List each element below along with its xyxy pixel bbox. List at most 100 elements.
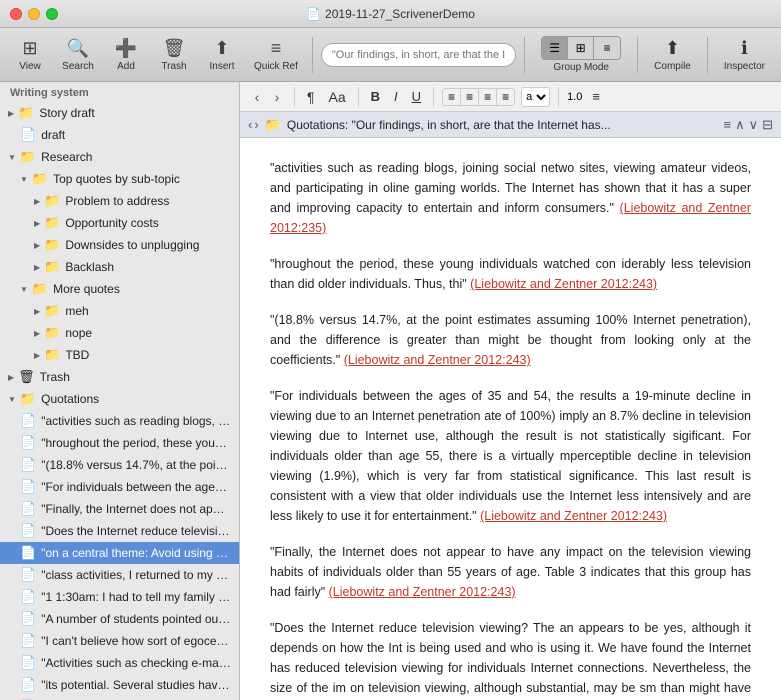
trash-button[interactable]: 🗑 Trash [152, 32, 196, 78]
trash-icon: 🗑 [163, 38, 186, 59]
add-button[interactable]: ➕ Add [104, 32, 148, 78]
sidebar-item-more-quotes[interactable]: ▼ 📁 More quotes [0, 278, 239, 300]
window-title: 📄 2019-11-27_ScrivenerDemo [306, 7, 475, 21]
quick-search-input[interactable] [321, 43, 516, 67]
paragraph-5: "Finally, the Internet does not appear t… [270, 542, 751, 602]
group-mode-btn-scrivenings[interactable]: ☰ [542, 37, 568, 59]
doc-nav-next-button[interactable]: › [254, 117, 258, 132]
view-icon: ⊞ [22, 38, 37, 59]
doc-header-nav[interactable]: ‹ › [248, 117, 259, 132]
paragraph-style-button[interactable]: ¶ [303, 87, 319, 107]
sidebar-item-quotations[interactable]: ▼ 📁 Quotations [0, 388, 239, 410]
title-bar: 📄 2019-11-27_ScrivenerDemo [0, 0, 781, 28]
sidebar-item-top-quotes[interactable]: ▼ 📁 Top quotes by sub-topic [0, 168, 239, 190]
trash-sidebar-icon: 🗑 [18, 369, 35, 385]
compile-button[interactable]: ⬆ Compile [646, 32, 699, 78]
nav-prev-button[interactable]: ‹ [248, 88, 266, 106]
toolbar-separator-1 [312, 37, 313, 73]
group-mode-buttons[interactable]: ☰ ⊞ ≡ [541, 36, 621, 60]
doc-header-up-button[interactable]: ∧ [735, 117, 745, 133]
folder-icon: 📁 [44, 237, 60, 253]
maximize-button[interactable] [46, 8, 58, 20]
sidebar-item-problem[interactable]: ▶ 📁 Problem to address [0, 190, 239, 212]
sidebar-item-q9[interactable]: 📄 "1 1:30am: I had to tell my family and… [0, 586, 239, 608]
folder-icon: 📁 [32, 171, 48, 187]
sidebar-item-q13[interactable]: 📄 "its potential. Several studies have f… [0, 674, 239, 696]
nav-next-button[interactable]: › [268, 88, 286, 106]
citation-link-5[interactable]: (Liebowitz and Zentner 2012:243) [329, 585, 516, 599]
format-divider-1 [294, 87, 295, 107]
sidebar-item-q7[interactable]: 📄 "on a central theme: Avoid using techn… [0, 542, 239, 564]
italic-button[interactable]: I [390, 87, 402, 106]
inspector-button[interactable]: ℹ Inspector [716, 32, 773, 78]
sidebar-item-tbd[interactable]: ▶ 📁 TBD [0, 344, 239, 366]
sidebar-item-q11[interactable]: 📄 "I can't believe how sort of egocentri… [0, 630, 239, 652]
citation-link-1[interactable]: (Liebowitz and Zentner 2012:235) [270, 201, 751, 235]
sidebar-item-story-draft[interactable]: ▶ 📁 Story draft [0, 102, 239, 124]
doc-icon: 📄 [20, 435, 36, 451]
group-mode-btn-outline[interactable]: ≡ [594, 37, 620, 59]
sidebar-item-q8[interactable]: 📄 "class activities, I returned to my co… [0, 564, 239, 586]
sidebar-item-nope[interactable]: ▶ 📁 nope [0, 322, 239, 344]
view-button[interactable]: ⊞ View [8, 32, 52, 78]
sidebar-item-q12[interactable]: 📄 "Activities such as checking e-mails/t… [0, 652, 239, 674]
traffic-lights[interactable] [10, 8, 58, 20]
doc-header-down-button[interactable]: ∨ [749, 117, 759, 133]
sidebar-item-q3[interactable]: 📄 "(18.8% versus 14.7%, at the point est… [0, 454, 239, 476]
triangle-icon: ▶ [8, 373, 14, 382]
align-buttons[interactable]: ≡ ≡ ≡ ≡ [442, 88, 515, 106]
sidebar-item-trash[interactable]: ▶ 🗑 Trash [0, 366, 239, 388]
align-left-button[interactable]: ≡ [443, 89, 461, 105]
sidebar-item-q14[interactable]: 📄 "Although members of "generation M" th… [0, 696, 239, 700]
sidebar-item-q5[interactable]: 📄 "Finally, the Internet does not appear… [0, 498, 239, 520]
folder-icon: 📁 [44, 215, 60, 231]
close-button[interactable] [10, 8, 22, 20]
sidebar-item-draft[interactable]: 📄 draft [0, 124, 239, 146]
doc-header-actions[interactable]: ≡ ∧ ∨ ⊟ [723, 117, 773, 133]
sidebar-item-q2[interactable]: 📄 "hroughout the period, these young ind… [0, 432, 239, 454]
citation-link-2[interactable]: (Liebowitz and Zentner 2012:243) [470, 277, 657, 291]
doc-header-split-button[interactable]: ⊟ [762, 117, 773, 133]
citation-link-3[interactable]: (Liebowitz and Zentner 2012:243) [344, 353, 531, 367]
group-mode-btn-corkboard[interactable]: ⊞ [568, 37, 594, 59]
toolbar-separator-4 [707, 37, 708, 73]
sidebar-item-downsides-unplugging[interactable]: ▶ 📁 Downsides to unplugging [0, 234, 239, 256]
doc-icon: 📄 [20, 545, 36, 561]
insert-button[interactable]: ⬆ Insert [200, 32, 244, 78]
sidebar-item-q6[interactable]: 📄 "Does the Internet reduce television v… [0, 520, 239, 542]
text-style-select[interactable]: a [521, 87, 550, 107]
font-size-value: 1.0 [567, 91, 582, 103]
search-button[interactable]: 🔍 Search [56, 32, 100, 78]
folder-icon: 📁 [44, 259, 60, 275]
insert-icon: ⬆ [214, 38, 229, 59]
sidebar-item-research[interactable]: ▼ 📁 Research [0, 146, 239, 168]
doc-nav-prev-button[interactable]: ‹ [248, 117, 252, 132]
line-spacing-button[interactable]: ≡ [588, 87, 604, 106]
triangle-icon: ▶ [8, 109, 14, 118]
align-center-button[interactable]: ≡ [461, 89, 479, 105]
doc-header-menu-button[interactable]: ≡ [723, 117, 731, 133]
doc-icon: 📄 [20, 127, 36, 143]
doc-icon: 📄 [20, 677, 36, 693]
font-size-button[interactable]: Aa [325, 87, 350, 107]
bold-button[interactable]: B [367, 87, 384, 106]
sidebar: Writing system ▶ 📁 Story draft 📄 draft ▼… [0, 82, 240, 700]
minimize-button[interactable] [28, 8, 40, 20]
sidebar-item-meh[interactable]: ▶ 📁 meh [0, 300, 239, 322]
citation-link-4[interactable]: (Liebowitz and Zentner 2012:243) [480, 509, 667, 523]
sidebar-item-backlash[interactable]: ▶ 📁 Backlash [0, 256, 239, 278]
align-right-button[interactable]: ≡ [479, 89, 497, 105]
sidebar-item-q4[interactable]: 📄 "For individuals between the ages of 3… [0, 476, 239, 498]
quick-ref-button[interactable]: ≡ Quick Ref [248, 32, 304, 78]
triangle-icon: ▶ [34, 197, 40, 206]
folder-icon: 📁 [32, 281, 48, 297]
paragraph-6: "Does the Internet reduce television vie… [270, 618, 751, 700]
doc-content[interactable]: "activities such as reading blogs, joini… [240, 138, 781, 700]
sidebar-item-opportunity-costs[interactable]: ▶ 📁 Opportunity costs [0, 212, 239, 234]
format-bar: ‹ › ¶ Aa B I U ≡ ≡ ≡ ≡ a 1.0 ≡ [240, 82, 781, 112]
format-nav[interactable]: ‹ › [248, 88, 286, 106]
sidebar-item-q10[interactable]: 📄 "A number of students pointed out the … [0, 608, 239, 630]
underline-button[interactable]: U [408, 87, 425, 106]
align-justify-button[interactable]: ≡ [497, 89, 514, 105]
sidebar-item-q1[interactable]: 📄 "activities such as reading blogs, joi… [0, 410, 239, 432]
